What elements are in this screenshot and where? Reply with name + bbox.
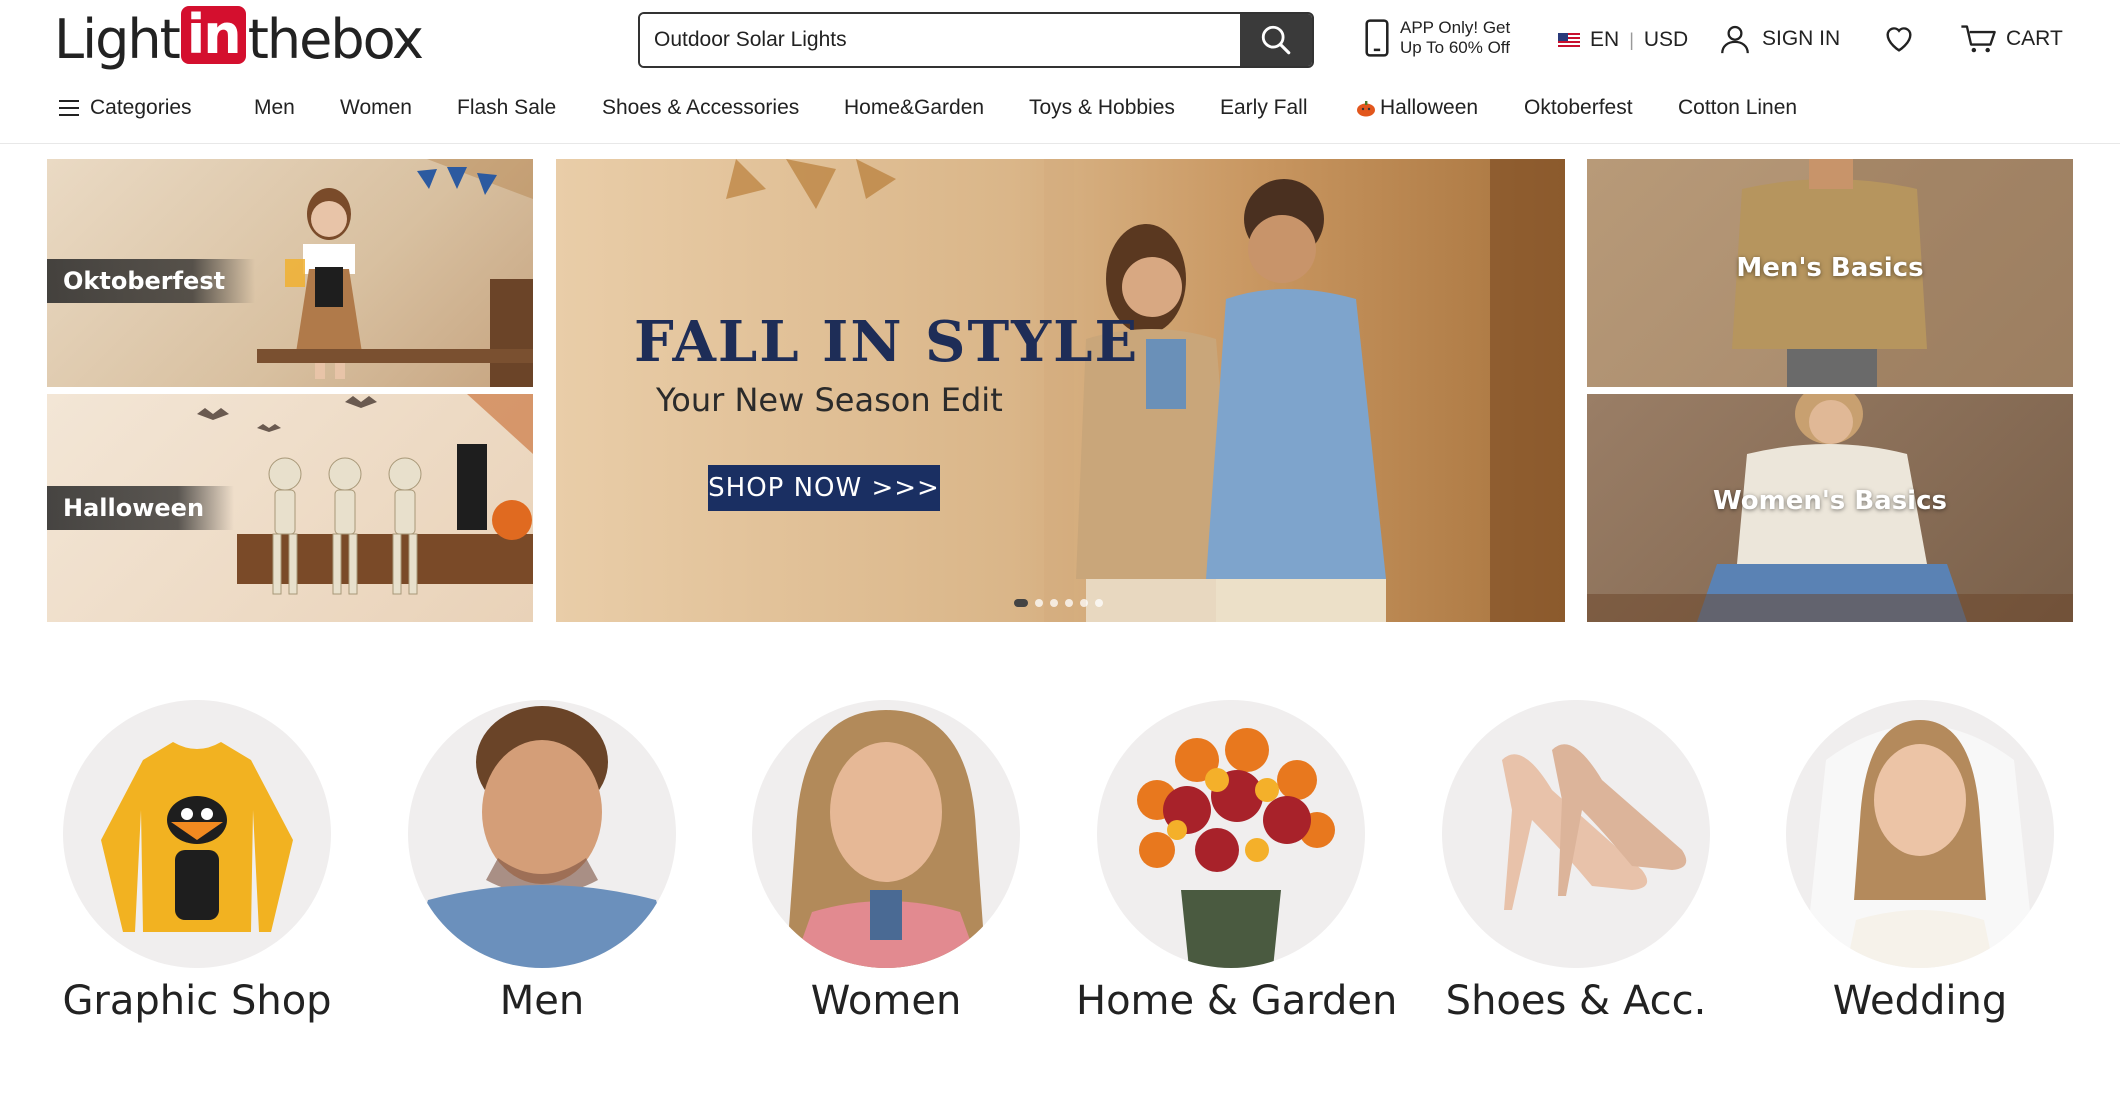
flower-pot-image xyxy=(1137,728,1335,968)
cart-link[interactable]: CART xyxy=(1960,22,2063,56)
banner-womens-basics[interactable]: Women's Basics xyxy=(1587,394,2073,622)
language-label: EN xyxy=(1590,28,1620,51)
nav-item-label: Shoes & Accessories xyxy=(602,96,800,119)
us-flag-icon xyxy=(1558,32,1580,48)
nav-item-label: Early Fall xyxy=(1220,96,1308,119)
nav-item-cotton-linen[interactable]: Cotton Linen xyxy=(1678,96,1797,120)
category-label: Home & Garden xyxy=(1076,978,1398,1024)
category-image xyxy=(63,700,331,968)
logo-text-box: in xyxy=(180,6,246,64)
carousel-dot[interactable] xyxy=(1095,599,1103,607)
hamburger-icon xyxy=(59,100,79,116)
category-label: Women xyxy=(810,978,962,1024)
app-promo[interactable]: APP Only! Get Up To 60% Off xyxy=(1364,18,1510,58)
search-icon xyxy=(1261,25,1291,55)
nav-item-label: Oktoberfest xyxy=(1524,96,1633,119)
category-wedding[interactable]: Wedding xyxy=(1765,700,2075,1024)
locale-divider: | xyxy=(1629,29,1634,50)
nav-item-flash-sale[interactable]: Flash Sale xyxy=(457,96,556,120)
app-promo-line2: Up To 60% Off xyxy=(1400,38,1510,57)
category-label: Men xyxy=(499,978,585,1024)
wishlist-button[interactable] xyxy=(1882,22,1916,56)
nav-item-halloween[interactable]: Halloween xyxy=(1356,96,1478,120)
pumpkin-icon xyxy=(1357,101,1375,117)
logo-text-pre: Light xyxy=(54,7,181,71)
banner-oktoberfest[interactable]: Oktoberfest xyxy=(47,159,533,387)
category-home-garden[interactable]: Home & Garden xyxy=(1076,700,1398,1024)
carousel-dots xyxy=(1014,599,1103,607)
category-image xyxy=(752,700,1020,968)
banner-womens-basics-label: Women's Basics xyxy=(1713,486,1947,516)
nav-item-oktoberfest[interactable]: Oktoberfest xyxy=(1524,96,1633,120)
logo-text-post: thebox xyxy=(247,7,424,71)
cart-icon xyxy=(1961,25,1996,53)
carousel-dot[interactable] xyxy=(1050,599,1058,607)
nav-item-label: Cotton Linen xyxy=(1678,96,1798,119)
nav-item-women[interactable]: Women xyxy=(340,96,412,120)
heels-image xyxy=(1502,744,1687,910)
sign-in-label: SIGN IN xyxy=(1762,27,1841,50)
nav-item-toys-hobbies[interactable]: Toys & Hobbies xyxy=(1029,96,1175,120)
category-women[interactable]: Women xyxy=(731,700,1041,1024)
nav-item-early-fall[interactable]: Early Fall xyxy=(1220,96,1308,120)
site-header: Lightinthebox APP Only! Get Up To 60% Of… xyxy=(0,0,2120,80)
category-image xyxy=(1786,700,2054,968)
nav-item-label: Men xyxy=(254,96,295,119)
banner-mens-basics[interactable]: Men's Basics xyxy=(1587,159,2073,387)
nav-item-home-garden[interactable]: Home&Garden xyxy=(844,96,984,120)
hero-title: FALL IN STYLE xyxy=(634,309,1140,375)
hero-subtitle: Your New Season Edit xyxy=(656,381,1003,419)
sign-in-link[interactable]: SIGN IN xyxy=(1718,22,1840,56)
app-promo-text: APP Only! Get Up To 60% Off xyxy=(1400,18,1510,58)
search-input[interactable] xyxy=(640,14,1240,66)
cart-label: CART xyxy=(2006,27,2063,50)
search-bar xyxy=(638,12,1314,68)
nav-item-label: Halloween xyxy=(1380,96,1479,119)
nav-item-label: Women xyxy=(340,96,412,119)
category-label: Graphic Shop xyxy=(62,978,332,1024)
nav-item-label: Toys & Hobbies xyxy=(1029,96,1175,119)
nav-categories-label: Categories xyxy=(90,96,192,119)
carousel-dot[interactable] xyxy=(1080,599,1088,607)
category-label: Shoes & Acc. xyxy=(1445,978,1707,1024)
search-button[interactable] xyxy=(1240,14,1312,66)
banner-halloween[interactable]: Halloween xyxy=(47,394,533,622)
nav-item-label: Home&Garden xyxy=(844,96,985,119)
main-nav: Categories Men Women Flash Sale Shoes & … xyxy=(0,88,2120,144)
user-icon xyxy=(1721,25,1749,54)
women-image xyxy=(786,710,986,968)
category-men[interactable]: Men xyxy=(387,700,697,1024)
shop-now-button[interactable]: SHOP NOW >>> xyxy=(708,465,940,511)
heart-icon xyxy=(1886,27,1912,52)
category-image xyxy=(408,700,676,968)
carousel-dot[interactable] xyxy=(1014,599,1028,607)
app-promo-line1: APP Only! Get xyxy=(1400,18,1511,37)
banner-halloween-label: Halloween xyxy=(47,486,235,530)
locale-selector[interactable]: EN | USD xyxy=(1558,28,1688,52)
nav-categories[interactable]: Categories xyxy=(58,96,192,120)
currency-label: USD xyxy=(1643,28,1689,51)
carousel-dot[interactable] xyxy=(1035,599,1043,607)
category-label: Wedding xyxy=(1832,978,2008,1024)
site-logo[interactable]: Light in thebox xyxy=(54,6,424,71)
banner-oktoberfest-label: Oktoberfest xyxy=(47,259,256,303)
bride-image xyxy=(1804,720,2036,968)
men-image xyxy=(408,706,676,968)
nav-item-label: Flash Sale xyxy=(457,96,557,119)
nav-item-men[interactable]: Men xyxy=(254,96,295,120)
graphic-tee-image xyxy=(101,742,293,932)
category-image xyxy=(1097,700,1365,968)
banner-mens-basics-label: Men's Basics xyxy=(1736,253,1924,283)
hero-banner[interactable]: FALL IN STYLE Your New Season Edit SHOP … xyxy=(556,159,1565,622)
nav-item-shoes-accessories[interactable]: Shoes & Accessories xyxy=(602,96,799,120)
phone-icon xyxy=(1365,19,1389,57)
category-image xyxy=(1442,700,1710,968)
category-graphic-shop[interactable]: Graphic Shop xyxy=(42,700,352,1024)
category-shoes-acc[interactable]: Shoes & Acc. xyxy=(1421,700,1731,1024)
carousel-dot[interactable] xyxy=(1065,599,1073,607)
